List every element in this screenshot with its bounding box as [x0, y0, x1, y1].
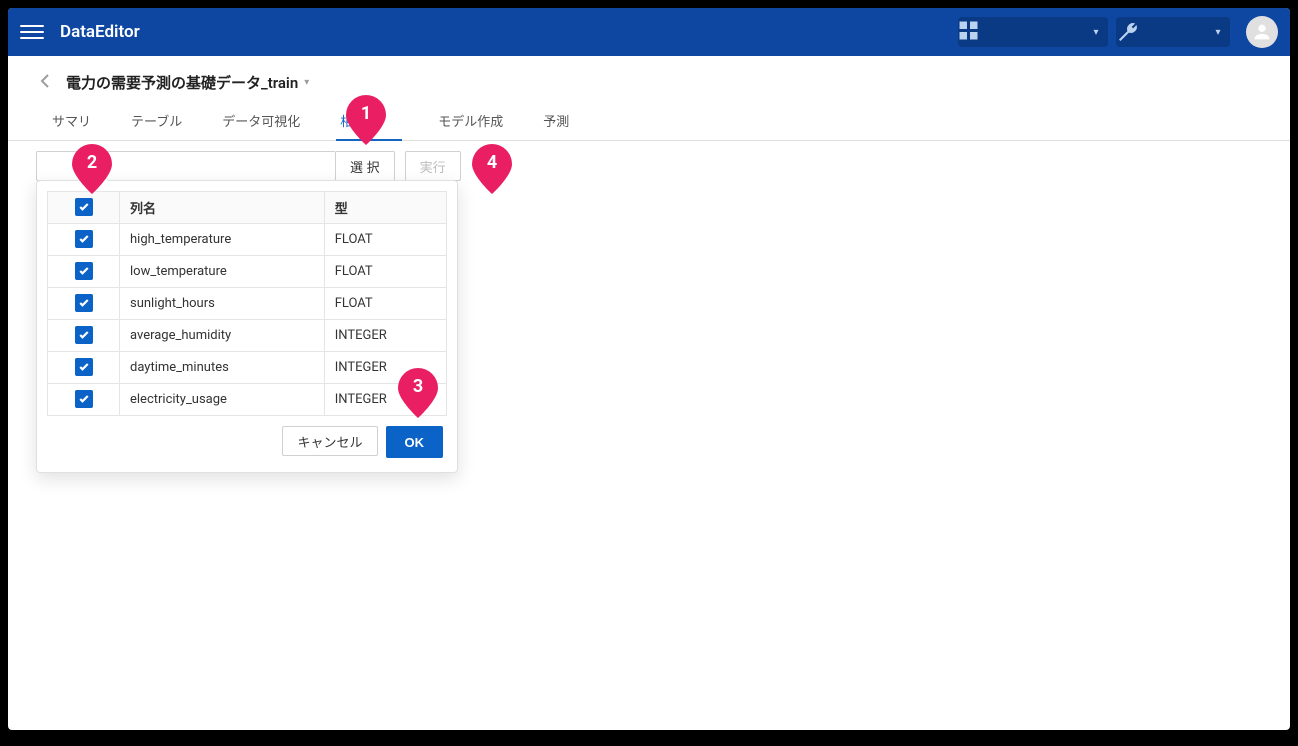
column-table: 列名 型 high_temperatureFLOATlow_temperatur…: [47, 191, 447, 416]
column-popover: 列名 型 high_temperatureFLOATlow_temperatur…: [36, 180, 458, 473]
app-title: DataEditor: [60, 22, 140, 42]
tab-table[interactable]: テーブル: [127, 101, 186, 140]
tab-viz[interactable]: データ可視化: [218, 101, 304, 140]
select-button[interactable]: 選 択: [336, 151, 395, 181]
tool-select[interactable]: ▾: [1116, 17, 1230, 47]
select-all-header[interactable]: [48, 192, 120, 224]
table-row: daytime_minutesINTEGER: [48, 352, 447, 384]
tabs: サマリ テーブル データ可視化 相関 モデル作成 予測: [8, 101, 1290, 141]
row-type: FLOAT: [324, 256, 446, 288]
marker-3: 3: [398, 368, 438, 418]
breadcrumb-title: 電力の需要予測の基礎データ_train: [66, 72, 298, 93]
tab-summary[interactable]: サマリ: [48, 101, 95, 140]
table-row: sunlight_hoursFLOAT: [48, 288, 447, 320]
avatar[interactable]: [1246, 16, 1278, 48]
marker-2: 2: [72, 144, 112, 194]
row-name: average_humidity: [120, 320, 325, 352]
row-checkbox[interactable]: [48, 224, 120, 256]
row-name: daytime_minutes: [120, 352, 325, 384]
menu-icon[interactable]: [20, 25, 44, 39]
row-checkbox[interactable]: [48, 288, 120, 320]
marker-1: 1: [346, 95, 386, 145]
col-header-name: 列名: [120, 192, 325, 224]
row-type: FLOAT: [324, 224, 446, 256]
ok-button[interactable]: OK: [386, 426, 444, 458]
caret-down-icon: ▾: [1084, 27, 1108, 38]
row-name: low_temperature: [120, 256, 325, 288]
caret-down-icon[interactable]: ▾: [304, 77, 309, 88]
table-row: low_temperatureFLOAT: [48, 256, 447, 288]
row-name: sunlight_hours: [120, 288, 325, 320]
tab-predict[interactable]: 予測: [539, 101, 573, 140]
top-bar: DataEditor ▾ ▾: [8, 8, 1290, 56]
project-select[interactable]: ▾: [958, 17, 1108, 47]
run-button: 実行: [405, 151, 461, 181]
caret-down-icon: ▾: [1206, 27, 1230, 38]
table-row: average_humidityINTEGER: [48, 320, 447, 352]
col-header-type: 型: [324, 192, 446, 224]
row-name: high_temperature: [120, 224, 325, 256]
tab-model[interactable]: モデル作成: [434, 101, 507, 140]
table-row: high_temperatureFLOAT: [48, 224, 447, 256]
row-checkbox[interactable]: [48, 384, 120, 416]
table-row: electricity_usageINTEGER: [48, 384, 447, 416]
wrench-icon: [1116, 20, 1140, 44]
row-type: FLOAT: [324, 288, 446, 320]
row-checkbox[interactable]: [48, 352, 120, 384]
row-checkbox[interactable]: [48, 256, 120, 288]
cancel-button[interactable]: キャンセル: [282, 426, 377, 456]
row-type: INTEGER: [324, 320, 446, 352]
breadcrumb: 電力の需要予測の基礎データ_train ▾: [8, 56, 1290, 101]
back-icon[interactable]: [40, 73, 50, 92]
row-name: electricity_usage: [120, 384, 325, 416]
marker-4: 4: [472, 144, 512, 194]
row-checkbox[interactable]: [48, 320, 120, 352]
grid-icon: [958, 20, 982, 44]
